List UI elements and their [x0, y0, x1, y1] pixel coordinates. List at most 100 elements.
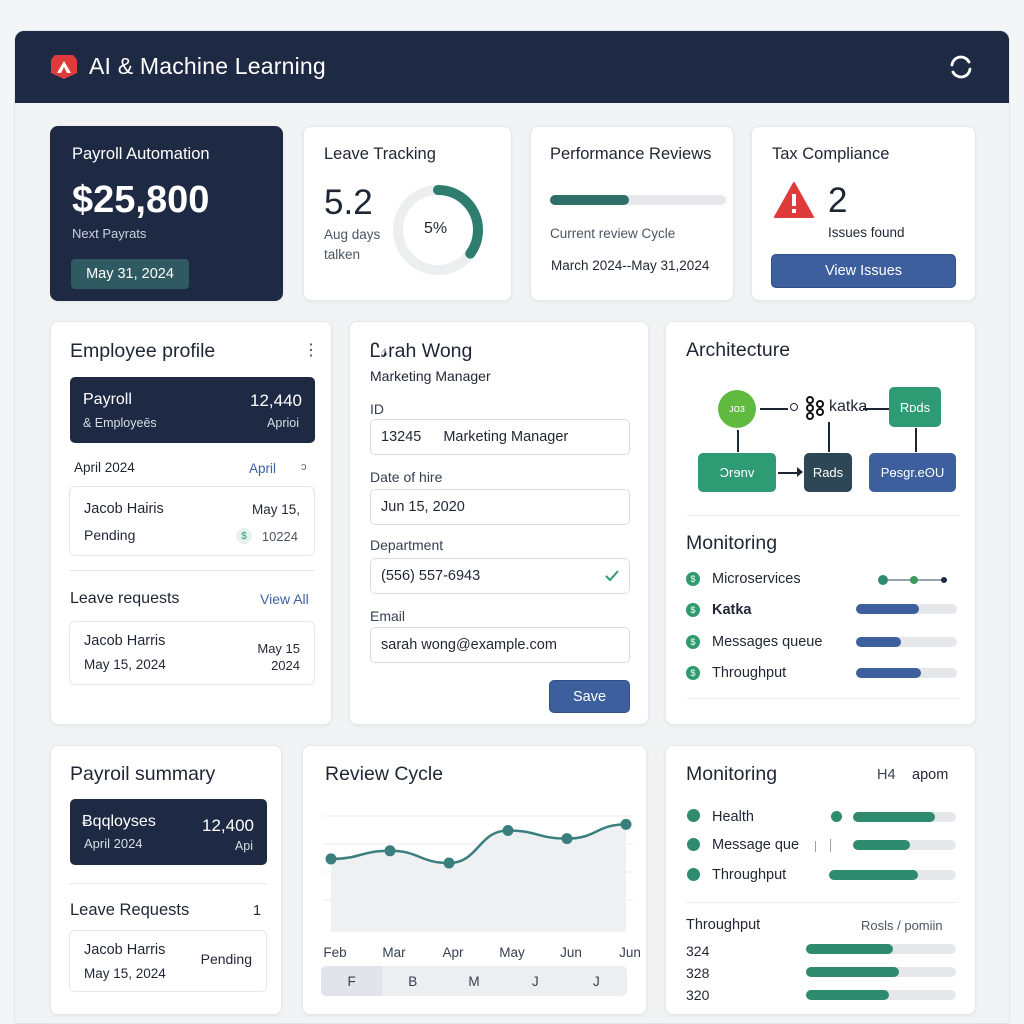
- profile-form-card: Ꮭ𝓈rah Wong Marketing Manager ID 13245 Ma…: [349, 321, 649, 725]
- throughput-bar: [806, 967, 956, 977]
- divider: [69, 883, 267, 884]
- data-point[interactable]: [502, 824, 514, 836]
- payroll-automation-title: Payroll Automation: [72, 145, 210, 163]
- node-postgres-label: Pөsgr.eʘU: [880, 465, 945, 480]
- segment-b[interactable]: B: [382, 966, 443, 996]
- email-label: Email: [370, 608, 406, 624]
- node-service-bottom-label: Ɔrɘnv: [719, 465, 755, 480]
- node-service-circle[interactable]: ᴊᴏɜ: [718, 390, 756, 428]
- data-point[interactable]: [443, 857, 455, 869]
- employees-banner-value: 12,400: [202, 816, 254, 835]
- employee-profile-card: Employee profile ⋮ Payroll 12,440 & Empl…: [50, 321, 332, 725]
- tax-compliance-title: Tax Compliance: [772, 145, 890, 163]
- more-options-icon[interactable]: ⋮: [303, 340, 319, 360]
- data-point[interactable]: [384, 845, 396, 857]
- review-cycle-title: Review Cycle: [325, 763, 444, 785]
- tax-issue-caption: Issues found: [828, 225, 905, 240]
- leave-tracking-card[interactable]: Leave Tracking 5.2 Aug days talken 5%: [303, 126, 512, 301]
- app-title: AI & Machine Learning: [89, 53, 326, 79]
- segment-f[interactable]: F: [321, 966, 383, 996]
- email-field[interactable]: sarah wong@example.com: [370, 627, 630, 663]
- leave-request-date: May 15, 2024: [84, 657, 166, 672]
- date-of-hire-value: Jun 15, 2020: [381, 499, 465, 515]
- payroll-banner[interactable]: Payroll 12,440 & Employeēs Aprioi: [70, 377, 315, 443]
- node-redis-top[interactable]: Rᴅds: [889, 387, 941, 427]
- date-of-hire-label: Date of hire: [370, 469, 443, 485]
- leave-request-item[interactable]: Jacob Harris May 15, 2024 May 15 2024: [69, 621, 315, 685]
- leave-requests-title: Leave requests: [70, 590, 180, 607]
- monitor-row-label: Katka: [712, 602, 752, 618]
- node-service-bottom[interactable]: Ɔrɘnv: [698, 453, 776, 492]
- node-postgres[interactable]: Pөsgr.eʘU: [869, 453, 956, 492]
- connector: [863, 408, 889, 410]
- period-link[interactable]: April: [249, 461, 276, 476]
- arrow-icon: [797, 467, 803, 477]
- node-rads[interactable]: Rads: [804, 453, 852, 492]
- employee-profile-title: Employee profile: [70, 340, 216, 362]
- monitor-row-label: Throughput: [712, 867, 787, 883]
- employees-banner[interactable]: Ƀqqloyses 12,400 April 2024 Api: [70, 799, 267, 865]
- date-of-hire-field[interactable]: Jun 15, 2020: [370, 489, 630, 525]
- node-service-label: ᴊᴏɜ: [729, 403, 745, 415]
- x-tick-label: Mar: [382, 945, 406, 960]
- performance-reviews-card[interactable]: Performance Reviews Current review Cycle…: [530, 126, 734, 301]
- status-dot-icon: $: [686, 572, 700, 586]
- segment-j2[interactable]: J: [566, 966, 627, 996]
- leave-request-item[interactable]: Jacob Harris May 15, 2024 Pending: [69, 930, 267, 992]
- review-cycle-card: Review Cycle Feb Mar Apr May Jun Jun F B M J …: [302, 745, 647, 1015]
- profile-name: Ꮭ𝓈rah Wong: [370, 340, 473, 362]
- area-fill: [331, 824, 626, 932]
- monitor-row-label: Messages queue: [712, 634, 823, 650]
- tax-compliance-card[interactable]: Tax Compliance 2 Issues found View Issue…: [751, 126, 976, 301]
- throughput-row-label: 324: [686, 943, 710, 959]
- throughput-bar: [806, 944, 956, 954]
- tax-issue-count: 2: [828, 181, 848, 220]
- id-field[interactable]: 13245 Marketing Manager: [370, 419, 630, 455]
- monitor-row-label: Throughput: [712, 665, 787, 681]
- status-dot-icon: $: [686, 666, 700, 680]
- employees-banner-sub: April 2024: [84, 836, 143, 851]
- payroll-amount: $25,800: [72, 179, 210, 221]
- review-cycle-chart: [323, 815, 633, 932]
- employee-name: Jacob Hairis: [84, 501, 164, 517]
- employee-date: May 15,: [251, 502, 300, 517]
- throughput-title: Throughput: [686, 917, 761, 933]
- microservices-indicator: [910, 576, 918, 584]
- data-point[interactable]: [620, 818, 632, 830]
- monitor-bar: [853, 812, 956, 822]
- view-issues-button[interactable]: View Issues: [771, 254, 956, 288]
- warning-icon: [774, 182, 814, 218]
- view-all-link[interactable]: View All: [260, 591, 309, 607]
- segment-j[interactable]: J: [505, 966, 566, 996]
- department-label: Department: [370, 537, 444, 553]
- throughput-dot: [687, 868, 700, 881]
- review-caption: Current review Cycle: [550, 226, 676, 241]
- leave-request-name: Jacob Harris: [84, 633, 166, 649]
- save-button[interactable]: Save: [549, 680, 630, 713]
- employee-list-item[interactable]: Jacob Hairis May 15, Pending $ 10224: [69, 486, 315, 556]
- health-indicator-dot: [831, 811, 842, 822]
- data-point[interactable]: [561, 833, 573, 845]
- connector-ring: [790, 403, 798, 411]
- department-value: (556) 557-6943: [381, 568, 481, 584]
- monitoring-title: Monitoring: [686, 532, 778, 554]
- monitor-bar: [856, 668, 957, 678]
- monitor-bar: [856, 637, 957, 647]
- app-logo-icon: [51, 55, 77, 79]
- review-progress-bar: [550, 195, 726, 205]
- payroll-automation-card[interactable]: Payroll Automation $25,800 Next Payrats …: [50, 126, 283, 301]
- x-tick-label: May: [499, 945, 525, 960]
- leave-requests-title: Leave Requests: [70, 901, 190, 919]
- payroll-summary-title: Payroil summary: [70, 763, 216, 785]
- connector: [737, 430, 739, 452]
- refresh-icon[interactable]: [947, 53, 975, 81]
- x-tick-label: Feb: [323, 945, 347, 960]
- leave-tracking-value: 5.2: [324, 183, 373, 222]
- kafka-label: katka: [829, 398, 868, 415]
- node-redis-top-label: Rᴅds: [899, 399, 931, 415]
- data-point[interactable]: [325, 853, 337, 865]
- period-segmented-control[interactable]: F B M J J: [321, 966, 627, 996]
- segment-m[interactable]: M: [443, 966, 504, 996]
- department-field[interactable]: (556) 557-6943: [370, 558, 630, 594]
- throughput-bar: [806, 990, 956, 1000]
